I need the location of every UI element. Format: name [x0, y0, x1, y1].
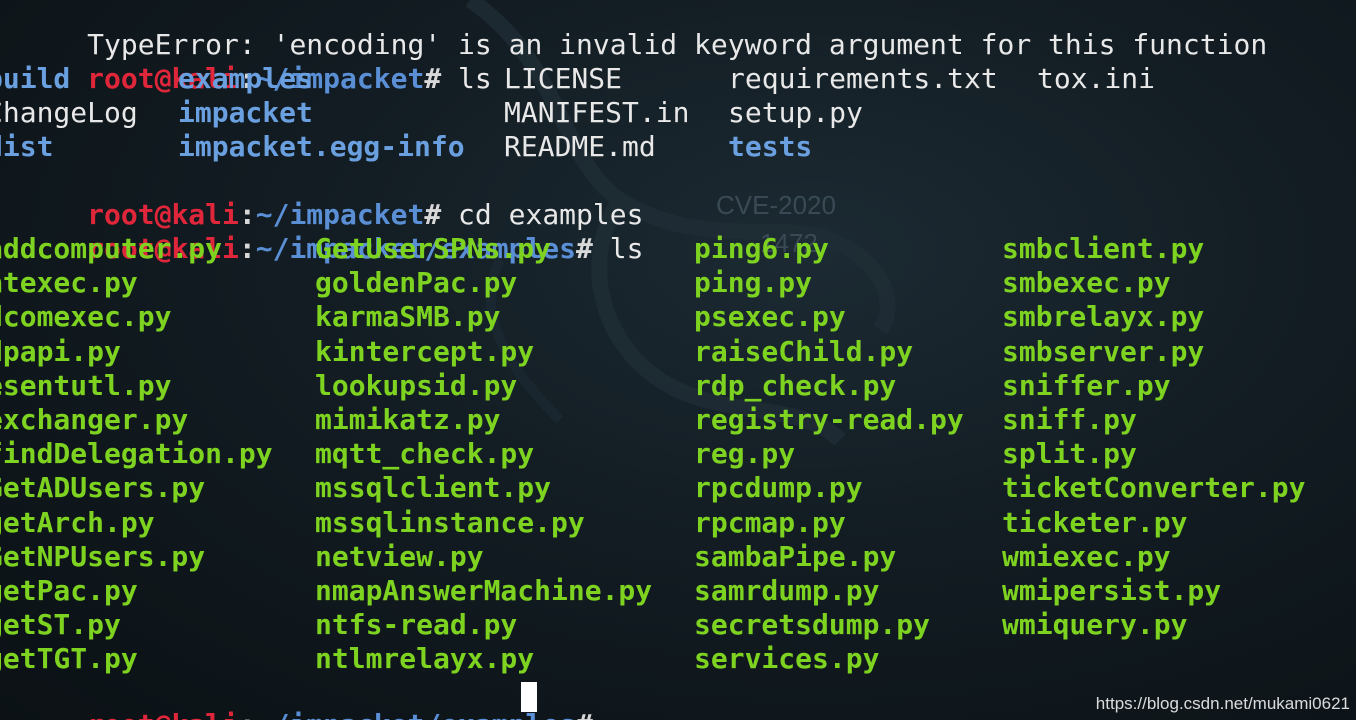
command-text: ls [592, 232, 644, 265]
prompt-user-host: root@kali [87, 708, 239, 720]
terminal-output: TypeError: 'encoding' is an invalid keyw… [0, 0, 1356, 720]
listing-entry-script: goldenPac.py [315, 266, 518, 300]
listing-entry-script: mssqlinstance.py [315, 505, 585, 539]
listing-row: build examples LICENSE requirements.txt … [0, 62, 1356, 96]
listing-entry-script: sniff.py [1002, 403, 1137, 436]
listing-entry-script: sambaPipe.py [694, 539, 897, 573]
listing-entry-script: getArch.py [0, 505, 155, 539]
listing-entry-script: split.py [1002, 437, 1137, 471]
listing-row: ChangeLog impacket MANIFEST.in setup.py [0, 96, 1356, 130]
listing-entry-script: rpcmap.py [694, 505, 846, 539]
listing-entry-script: getST.py [0, 608, 121, 642]
listing-entry-script: wmipersist.py [1002, 574, 1222, 607]
prompt-separator: : [239, 708, 256, 720]
listing-entry-script: karmaSMB.py [315, 300, 501, 334]
prompt-separator: : [238, 232, 256, 265]
listing-entry-script: smbserver.py [1002, 334, 1205, 368]
listing-entry-directory: examples [178, 62, 313, 95]
prompt-symbol: # [576, 232, 593, 265]
listing-entry-script: ping.py [694, 266, 813, 300]
listing-entry-script: rdp_check.py [694, 368, 897, 402]
listing-entry-directory: impacket.egg-info [178, 130, 465, 163]
listing-entry-script: services.py [694, 642, 880, 676]
listing-entry-script: mssqlclient.py [315, 471, 552, 505]
listing-entry-file: MANIFEST.in [504, 96, 690, 129]
listing-entry-script: smbexec.py [1002, 266, 1171, 300]
listing-entry-script: ticketer.py [1002, 505, 1188, 539]
prompt-symbol: # [576, 708, 593, 720]
listing-entry-script: wmiquery.py [1002, 608, 1188, 642]
terminal-window[interactable]: CVE-2020 1472 TypeError: 'encoding' is a… [0, 0, 1356, 720]
listing-entry-file: tox.ini [1037, 62, 1156, 95]
listing-entry-script: smbclient.py [1002, 232, 1205, 265]
listing-entry-script: findDelegation.py [0, 437, 273, 471]
listing-entry-script: reg.py [694, 437, 796, 471]
listing-entry-script: raiseChild.py [694, 334, 914, 368]
listing-entry-directory: impacket [178, 96, 313, 129]
listing-entry-directory: tests [728, 130, 813, 163]
listing-entry-script: psexec.py [694, 300, 846, 334]
listing-entry-script: samrdump.py [694, 574, 880, 607]
listing-entry-directory: build [0, 62, 71, 95]
listing-entry-script: ticketConverter.py [1002, 471, 1306, 505]
listing-entry-script: netview.py [315, 539, 484, 573]
error-line: TypeError: 'encoding' is an invalid keyw… [0, 0, 1267, 61]
listing-entry-script: exchanger.py [0, 403, 189, 436]
listing-entry-script: getPac.py [0, 574, 138, 607]
listing-entry-script: dpapi.py [0, 334, 121, 368]
listing-entry-file: ChangeLog [0, 96, 138, 129]
csdn-watermark: https://blog.csdn.net/mukami0621 [1095, 694, 1350, 713]
prompt-line: root@kali:~/impacket# cd examples [0, 164, 643, 231]
listing-entry-script: addcomputer.py [0, 232, 223, 265]
text-cursor [521, 682, 537, 712]
listing-entry-script: GetUserSPNs.py [315, 232, 552, 265]
listing-entry-file: LICENSE [504, 62, 623, 95]
listing-entry-script: GetADUsers.py [0, 471, 206, 505]
listing-entry-file: setup.py [728, 96, 863, 129]
listing-entry-script: smbrelayx.py [1002, 300, 1205, 334]
listing-entry-script: lookupsid.py [315, 368, 518, 402]
listing-entry-script: wmiexec.py [1002, 539, 1171, 573]
listing-entry-script: ntlmrelayx.py [315, 642, 535, 676]
listing-entry-script: dcomexec.py [0, 300, 172, 334]
listing-entry-script: atexec.py [0, 266, 138, 300]
listing-entry-script: kintercept.py [315, 334, 535, 368]
listing-entry-script: sniffer.py [1002, 368, 1171, 402]
listing-entry-directory: dist [0, 130, 54, 163]
listing-entry-script: getTGT.py [0, 642, 138, 676]
listing-entry-script: nmapAnswerMachine.py [315, 574, 653, 607]
listing-entry-file: README.md [504, 130, 656, 163]
listing-entry-script: ntfs-read.py [315, 608, 518, 642]
listing-entry-script: rpcdump.py [694, 471, 863, 505]
prompt-line-active[interactable]: root@kali:~/impacket/examples# [0, 674, 593, 720]
listing-entry-file: requirements.txt [728, 62, 998, 95]
listing-row: dist impacket.egg-info README.md tests [0, 130, 1356, 164]
listing-entry-script: ping6.py [694, 232, 829, 265]
listing-entry-script: registry-read.py [694, 403, 964, 436]
listing-entry-script: esentutl.py [0, 368, 172, 402]
listing-entry-script: GetNPUsers.py [0, 539, 206, 573]
listing-entry-script: mqtt_check.py [315, 437, 535, 471]
listing-entry-script: secretsdump.py [694, 608, 931, 642]
prompt-line: root@kali:~/impacket# ls [0, 28, 492, 95]
prompt-line: root@kali:~/impacket/examples# ls [0, 198, 643, 265]
listing-entry-script: mimikatz.py [315, 403, 501, 436]
